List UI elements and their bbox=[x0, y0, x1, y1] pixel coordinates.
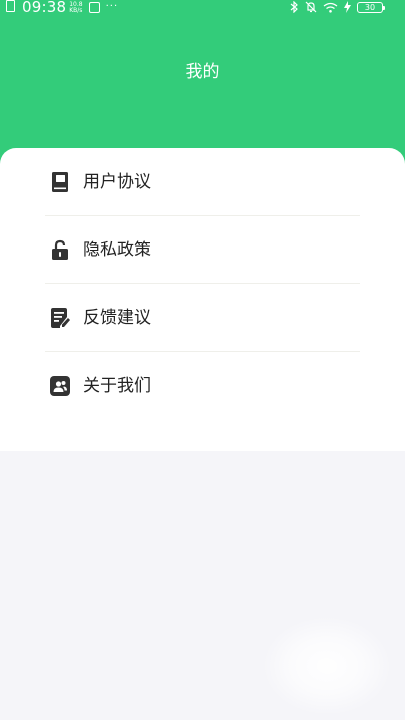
menu-item-label: 关于我们 bbox=[83, 376, 151, 396]
menu-item-user-agreement[interactable]: 用户协议 bbox=[45, 148, 360, 216]
status-time: 09:38 bbox=[22, 0, 67, 16]
people-icon bbox=[49, 375, 71, 397]
edit-note-icon bbox=[49, 307, 71, 329]
mute-bell-icon bbox=[305, 1, 317, 13]
book-icon bbox=[49, 171, 71, 193]
sim-card-icon bbox=[6, 0, 15, 12]
bluetooth-icon bbox=[290, 1, 298, 13]
menu-item-privacy-policy[interactable]: 隐私政策 bbox=[45, 216, 360, 284]
network-speed-unit: KB/s bbox=[69, 6, 83, 14]
touch-glow bbox=[262, 616, 392, 716]
menu-item-label: 用户协议 bbox=[83, 171, 151, 192]
status-bar: 09:38 10.8 KB/s ··· 30 bbox=[0, 0, 405, 16]
menu-item-feedback[interactable]: 反馈建议 bbox=[45, 284, 360, 352]
battery-icon: 30 bbox=[357, 1, 385, 13]
menu-item-label: 反馈建议 bbox=[83, 307, 151, 328]
menu-item-label: 隐私政策 bbox=[83, 239, 151, 260]
menu-card: 用户协议 隐私政策 反馈建议 关于我们 bbox=[0, 148, 405, 451]
network-speed: 10.8 KB/s bbox=[69, 1, 83, 14]
vpn-icon bbox=[88, 2, 100, 13]
wifi-icon bbox=[323, 2, 338, 13]
charging-icon bbox=[344, 1, 351, 13]
page-title: 我的 bbox=[185, 62, 220, 82]
battery-level: 30 bbox=[364, 2, 376, 12]
menu-item-about-us[interactable]: 关于我们 bbox=[45, 352, 360, 420]
more-notifications-icon: ··· bbox=[105, 0, 119, 12]
unlock-icon bbox=[49, 239, 71, 261]
